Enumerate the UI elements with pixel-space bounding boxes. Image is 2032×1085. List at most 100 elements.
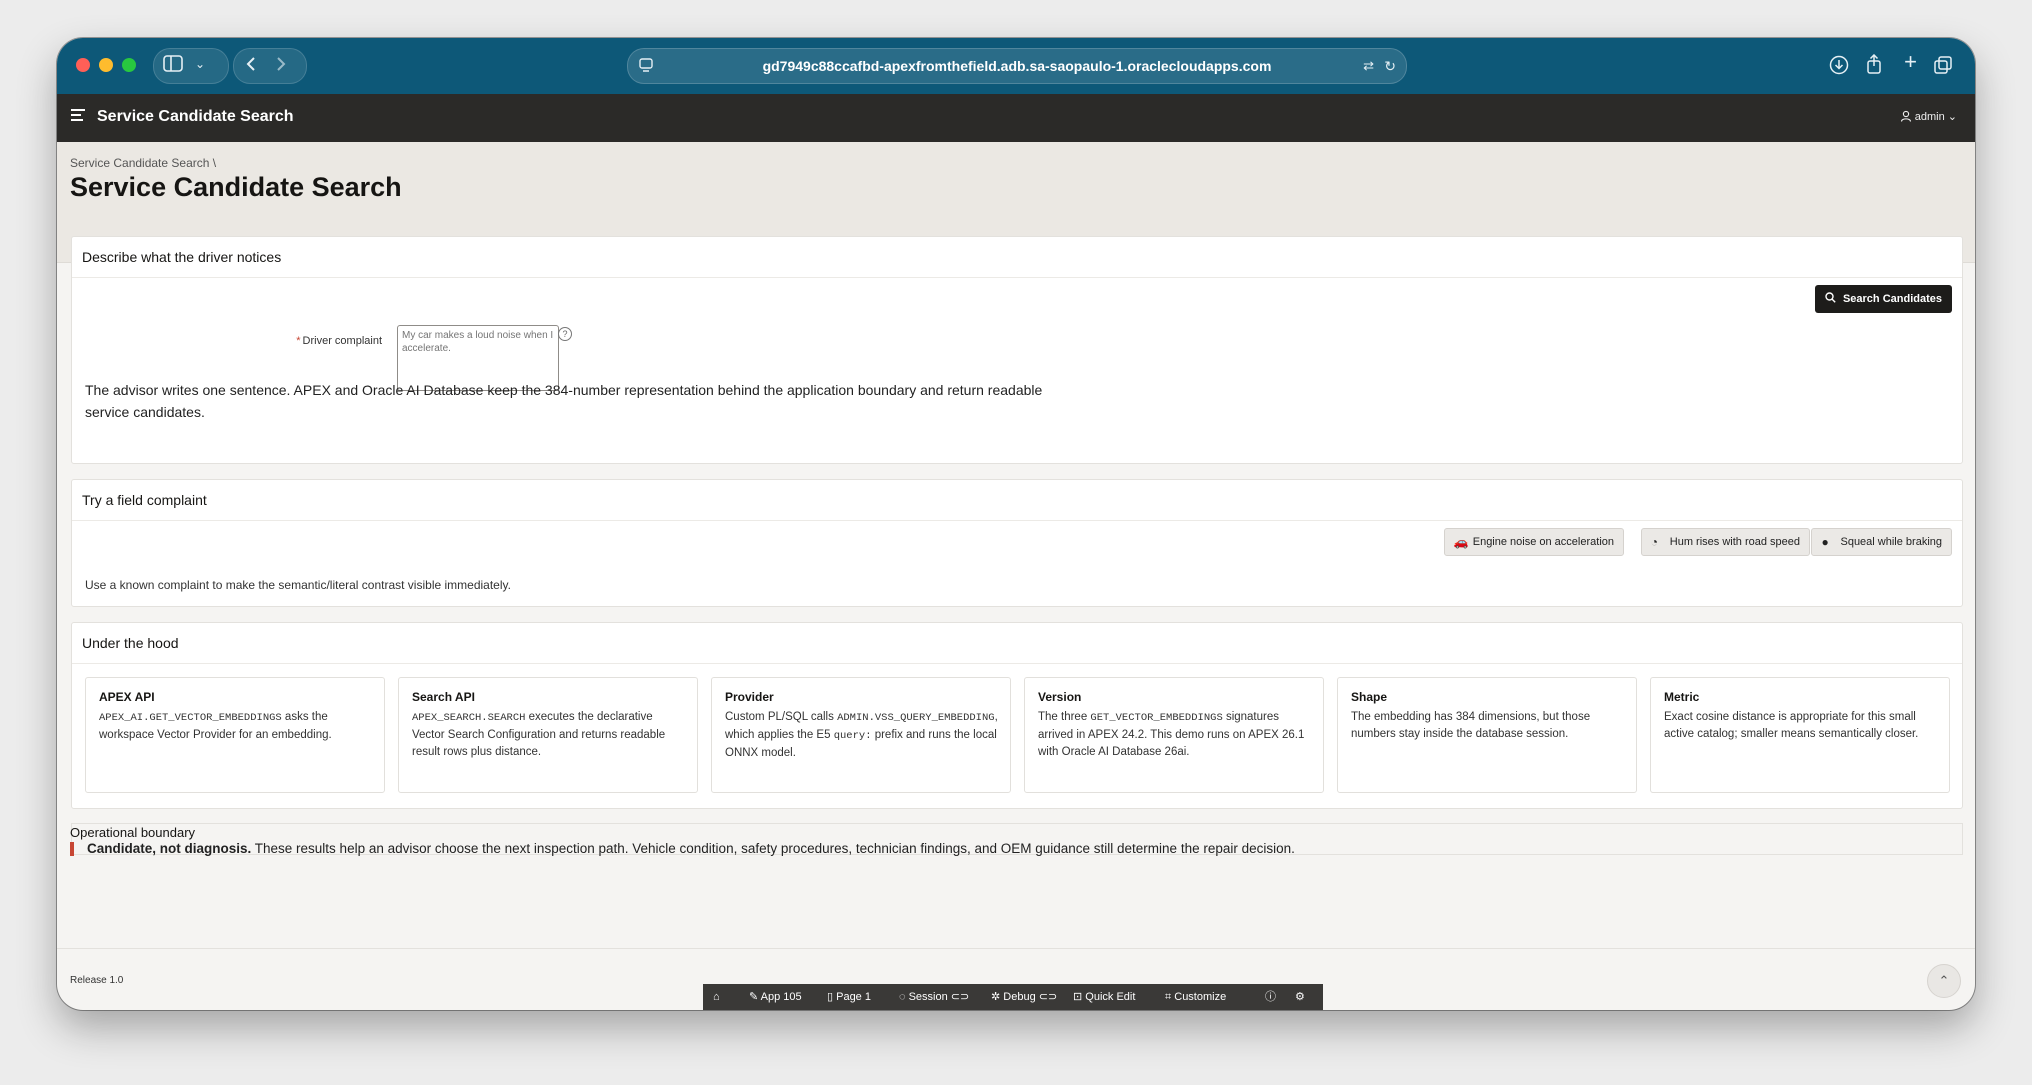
complaint-help-text: Use a known complaint to make the semant…	[85, 578, 511, 592]
region-title: Under the hood	[72, 623, 1962, 664]
card-apex-api: APEX API APEX_AI.GET_VECTOR_EMBEDDINGS a…	[85, 677, 385, 793]
gear-icon[interactable]: ⚙	[1295, 984, 1305, 1010]
card-title: Metric	[1664, 690, 1700, 704]
chip-label: Hum rises with road speed	[1669, 536, 1800, 548]
dev-page-button[interactable]: ▯ Page 1	[827, 984, 871, 1010]
search-candidates-button[interactable]: Search Candidates	[1814, 285, 1952, 313]
minimize-window-button[interactable]	[99, 58, 113, 72]
address-bar[interactable]: gd7949c88ccafbd-apexfromthefield.adb.sa-…	[627, 48, 1407, 84]
scroll-to-top-button[interactable]: ⌃	[1927, 964, 1961, 998]
describe-region: Describe what the driver notices Search …	[71, 236, 1963, 464]
card-title: Provider	[725, 690, 774, 704]
bug-icon: ✲	[991, 991, 1004, 1003]
dev-debug-button[interactable]: ✲ Debug ⊂⊃	[991, 984, 1057, 1010]
dev-app-button[interactable]: ✎ App 105	[749, 984, 802, 1010]
dev-debug-label: Debug	[1003, 991, 1036, 1003]
maximize-window-button[interactable]	[122, 58, 136, 72]
card-body: APEX_AI.GET_VECTOR_EMBEDDINGS asks the w…	[99, 709, 375, 744]
share-icon[interactable]	[1865, 53, 1883, 77]
chevron-up-icon: ⌃	[1938, 973, 1950, 988]
card-title: Search API	[412, 690, 475, 704]
required-marker: *	[296, 335, 301, 347]
dev-customize-button[interactable]: ⌗ Customize	[1165, 984, 1226, 1010]
info-icon[interactable]: ⓘ	[1265, 984, 1276, 1010]
breadcrumb-item[interactable]: Service Candidate Search	[70, 156, 209, 170]
alert-icon: ●	[1821, 535, 1829, 549]
brush-icon: ⌗	[1165, 991, 1175, 1003]
developer-toolbar: ⌂ ✎ App 105 ▯ Page 1 ◌ Session ⊂⊃ ✲ Debu…	[703, 984, 1323, 1010]
toggle-icon: ⊂⊃	[947, 991, 970, 1003]
card-text-pre: Custom PL/SQL calls	[725, 711, 838, 723]
download-icon[interactable]	[1829, 55, 1849, 78]
translate-icon[interactable]: ⇄	[1363, 57, 1374, 75]
chevron-down-icon[interactable]: ⌄	[195, 55, 205, 73]
advisor-description: The advisor writes one sentence. APEX an…	[85, 382, 1043, 420]
breadcrumb[interactable]: Service Candidate Search \	[70, 156, 216, 170]
app-header: Service Candidate Search admin ⌄	[57, 94, 1975, 142]
driver-complaint-label-text: Driver complaint	[302, 335, 382, 347]
car-icon: 🚗	[1453, 535, 1469, 549]
try-complaint-region: Try a field complaint 🚗 Engine noise on …	[71, 479, 1963, 607]
session-icon: ◌	[899, 991, 909, 1003]
card-title: Shape	[1351, 690, 1388, 704]
reload-icon[interactable]: ↻	[1384, 57, 1396, 75]
app-title[interactable]: Service Candidate Search	[97, 108, 294, 126]
card-version: Version The three GET_VECTOR_EMBEDDINGS …	[1024, 677, 1324, 793]
toggle-icon: ⊂⊃	[1035, 991, 1058, 1003]
footer-divider	[57, 948, 1975, 949]
boundary-text: These results help an advisor choose the…	[251, 841, 1295, 856]
new-tab-icon[interactable]: +	[1904, 51, 1917, 73]
chip-label: Engine noise on acceleration	[1472, 536, 1614, 548]
search-candidates-label: Search Candidates	[1842, 293, 1942, 305]
quick-edit-icon: ⊡	[1073, 991, 1086, 1003]
card-text-pre: The three	[1038, 711, 1091, 723]
operational-boundary-note: Candidate, not diagnosis. These results …	[70, 842, 1295, 856]
region-title: Try a field complaint	[72, 480, 1962, 521]
card-metric: Metric Exact cosine distance is appropri…	[1650, 677, 1950, 793]
card-title: APEX API	[99, 690, 155, 704]
back-icon[interactable]	[243, 55, 261, 76]
dev-app-label: App 105	[760, 991, 802, 1003]
sidebar-icon[interactable]	[163, 55, 183, 75]
close-window-button[interactable]	[76, 58, 90, 72]
driver-complaint-label: * Driver complaint	[72, 335, 382, 347]
card-code-2: query:	[833, 730, 872, 742]
browser-window: ⌄ gd7949c88ccafbd-apexfromthefield.adb.s…	[57, 38, 1975, 1010]
edit-icon: ✎	[749, 991, 761, 1003]
user-icon	[1900, 110, 1915, 123]
card-code: GET_VECTOR_EMBEDDINGS	[1090, 712, 1223, 724]
chip-squeal-braking[interactable]: ● Squeal while braking	[1811, 528, 1952, 556]
release-label: Release 1.0	[70, 975, 124, 986]
card-title: Version	[1038, 690, 1082, 704]
help-icon[interactable]: ?	[558, 327, 572, 341]
card-code: APEX_AI.GET_VECTOR_EMBEDDINGS	[99, 712, 282, 724]
region-title: Describe what the driver notices	[72, 237, 1962, 278]
browser-toolbar: ⌄ gd7949c88ccafbd-apexfromthefield.adb.s…	[57, 38, 1975, 94]
card-body: The embedding has 384 dimensions, but th…	[1351, 711, 1591, 740]
home-icon[interactable]: ⌂	[713, 984, 720, 1010]
card-code: APEX_SEARCH.SEARCH	[412, 712, 526, 724]
dev-session-button[interactable]: ◌ Session ⊂⊃	[899, 984, 969, 1010]
chevron-down-icon: ⌄	[1947, 111, 1957, 123]
dev-quick-edit-label: Quick Edit	[1085, 991, 1136, 1003]
gauge-icon: ◔	[1650, 535, 1659, 549]
under-the-hood-region: Under the hood APEX API APEX_AI.GET_VECT…	[71, 622, 1963, 809]
chip-engine-noise[interactable]: 🚗 Engine noise on acceleration	[1443, 528, 1624, 556]
dev-quick-edit-button[interactable]: ⊡ Quick Edit	[1073, 984, 1135, 1010]
dev-customize-label: Customize	[1174, 991, 1227, 1003]
user-name: admin	[1914, 111, 1945, 123]
page-icon: ▯	[827, 991, 837, 1003]
dev-session-label: Session	[908, 991, 948, 1003]
chip-hum-road-speed[interactable]: ◔ Hum rises with road speed	[1640, 528, 1810, 556]
menu-icon[interactable]	[71, 109, 85, 121]
card-body: Exact cosine distance is appropriate for…	[1664, 711, 1919, 740]
card-provider: Provider Custom PL/SQL calls ADMIN.VSS_Q…	[711, 677, 1011, 793]
forward-icon[interactable]	[271, 55, 289, 76]
tab-overview-icon[interactable]	[1933, 55, 1953, 78]
card-code: ADMIN.VSS_QUERY_EMBEDDING	[837, 712, 995, 724]
card-body: APEX_SEARCH.SEARCH executes the declarat…	[412, 709, 688, 761]
card-shape: Shape The embedding has 384 dimensions, …	[1337, 677, 1637, 793]
url-text[interactable]: gd7949c88ccafbd-apexfromthefield.adb.sa-…	[628, 58, 1406, 74]
chip-label: Squeal while braking	[1840, 536, 1942, 548]
user-menu[interactable]: admin ⌄	[1900, 110, 1957, 123]
